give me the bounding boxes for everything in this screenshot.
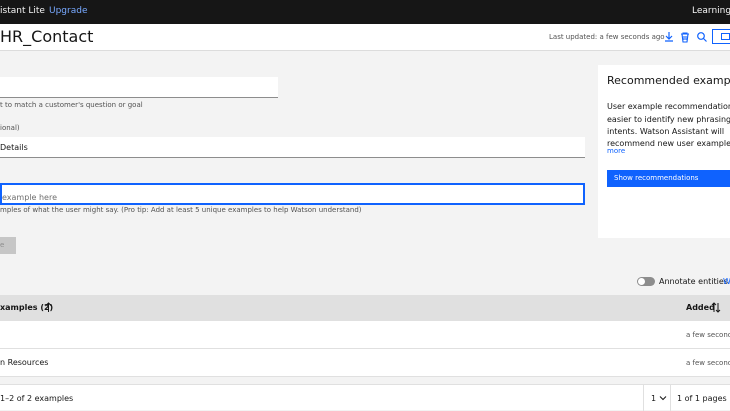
recommended-text-line: User example recommendations xyxy=(607,102,730,111)
show-recommendations-button[interactable]: Show recommendations xyxy=(607,170,730,187)
examples-table-header: xamples (2) Added xyxy=(0,295,730,321)
learn-more-link[interactable]: more xyxy=(607,147,625,155)
last-updated-text: Last updated: a few seconds ago xyxy=(549,33,665,41)
pagination-bar: 1–2 of 2 examples 1 1 of 1 pages xyxy=(0,384,730,411)
sort-icon[interactable] xyxy=(711,302,721,313)
sort-ascending-icon[interactable] xyxy=(44,302,53,313)
annotate-help-link[interactable]: W xyxy=(723,277,730,286)
add-example-button[interactable]: e xyxy=(0,237,16,254)
intent-name-input[interactable] xyxy=(0,77,278,98)
recommended-text-line: easier to identify new phrasing xyxy=(607,115,730,124)
user-example-input[interactable] xyxy=(0,183,585,207)
description-value: Details xyxy=(0,143,28,152)
description-input[interactable]: Details xyxy=(0,137,585,158)
divider xyxy=(670,385,671,411)
annotate-entities-toggle[interactable] xyxy=(637,277,655,286)
page-count: 1 of 1 pages xyxy=(677,394,727,403)
user-example-field[interactable] xyxy=(2,188,583,207)
intent-name-helper: t to match a customer's question or goal xyxy=(0,101,143,109)
intent-title: HR_Contact xyxy=(0,27,94,46)
divider xyxy=(643,385,644,411)
example-text: n Resources xyxy=(0,358,49,367)
recommended-text-line: recommend new user examples xyxy=(607,139,730,148)
add-example-label: e xyxy=(0,241,5,249)
added-time: a few second xyxy=(686,359,730,367)
recommended-title: Recommended examples xyxy=(607,74,730,87)
chat-icon xyxy=(721,33,730,40)
try-it-button[interactable] xyxy=(712,29,730,44)
recommended-examples-panel: Recommended examples User example recomm… xyxy=(598,65,730,238)
learning-center-link[interactable]: Learning c xyxy=(692,6,730,16)
description-label: ional) xyxy=(0,124,20,132)
annotate-entities-label: Annotate entities xyxy=(659,277,728,286)
added-time: a few second xyxy=(686,331,730,339)
page-select[interactable]: 1 xyxy=(651,394,656,403)
intent-header: HR_Contact Last updated: a few seconds a… xyxy=(0,24,730,51)
user-example-helper: mples of what the user might say. (Pro t… xyxy=(0,206,362,214)
download-icon[interactable] xyxy=(663,31,675,43)
top-bar: istant Lite Upgrade Learning c xyxy=(0,0,730,24)
upgrade-link[interactable]: Upgrade xyxy=(49,6,87,16)
search-icon[interactable] xyxy=(696,31,708,43)
trash-icon[interactable] xyxy=(679,31,691,43)
recommended-text-line: intents. Watson Assistant will xyxy=(607,127,725,136)
chevron-down-icon[interactable] xyxy=(659,394,667,402)
toggle-knob xyxy=(638,278,645,285)
product-name: istant Lite xyxy=(0,6,45,16)
table-row[interactable]: n Resources a few second xyxy=(0,349,730,377)
table-row[interactable]: a few second xyxy=(0,321,730,349)
items-count: 1–2 of 2 examples xyxy=(0,394,74,403)
